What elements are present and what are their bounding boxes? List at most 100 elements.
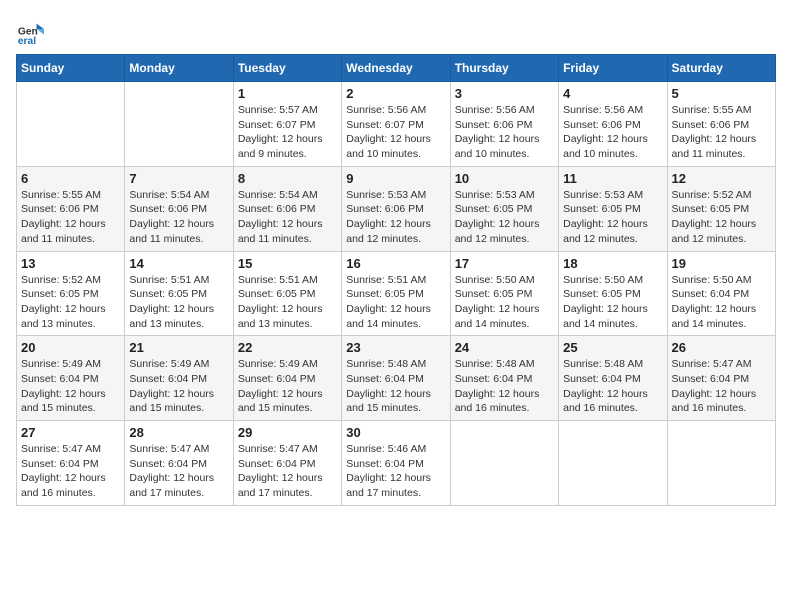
day-number: 23: [346, 340, 445, 355]
weekday-header-monday: Monday: [125, 55, 233, 82]
calendar-week-3: 13 Sunrise: 5:52 AMSunset: 6:05 PMDayligh…: [17, 251, 776, 336]
calendar-cell: [559, 421, 667, 506]
calendar-cell: 2 Sunrise: 5:56 AMSunset: 6:07 PMDaylight…: [342, 82, 450, 167]
weekday-header-tuesday: Tuesday: [233, 55, 341, 82]
day-detail: Sunrise: 5:53 AMSunset: 6:06 PMDaylight:…: [346, 188, 445, 247]
day-detail: Sunrise: 5:48 AMSunset: 6:04 PMDaylight:…: [455, 357, 554, 416]
calendar-cell: [125, 82, 233, 167]
calendar-cell: 25 Sunrise: 5:48 AMSunset: 6:04 PMDayligh…: [559, 336, 667, 421]
day-number: 6: [21, 171, 120, 186]
day-number: 17: [455, 256, 554, 271]
calendar-cell: 6 Sunrise: 5:55 AMSunset: 6:06 PMDaylight…: [17, 166, 125, 251]
day-detail: Sunrise: 5:55 AMSunset: 6:06 PMDaylight:…: [21, 188, 120, 247]
day-number: 27: [21, 425, 120, 440]
day-number: 4: [563, 86, 662, 101]
page-header: Gen eral: [16, 16, 776, 44]
day-detail: Sunrise: 5:57 AMSunset: 6:07 PMDaylight:…: [238, 103, 337, 162]
day-number: 26: [672, 340, 771, 355]
day-detail: Sunrise: 5:47 AMSunset: 6:04 PMDaylight:…: [21, 442, 120, 501]
calendar-cell: 15Sunrise: 5:51 AMSunset: 6:05 PMDayligh…: [233, 251, 341, 336]
day-detail: Sunrise: 5:50 AMSunset: 6:04 PMDaylight:…: [672, 273, 771, 332]
calendar-week-4: 20 Sunrise: 5:49 AMSunset: 6:04 PMDayligh…: [17, 336, 776, 421]
calendar-cell: 22 Sunrise: 5:49 AMSunset: 6:04 PMDayligh…: [233, 336, 341, 421]
logo: Gen eral: [16, 16, 48, 44]
day-detail: Sunrise: 5:56 AMSunset: 6:06 PMDaylight:…: [563, 103, 662, 162]
day-detail: Sunrise: 5:49 AMSunset: 6:04 PMDaylight:…: [21, 357, 120, 416]
calendar-cell: 4 Sunrise: 5:56 AMSunset: 6:06 PMDaylight…: [559, 82, 667, 167]
calendar-cell: 1 Sunrise: 5:57 AMSunset: 6:07 PMDaylight…: [233, 82, 341, 167]
day-number: 30: [346, 425, 445, 440]
weekday-header-wednesday: Wednesday: [342, 55, 450, 82]
weekday-header-saturday: Saturday: [667, 55, 775, 82]
calendar-cell: 8Sunrise: 5:54 AMSunset: 6:06 PMDaylight…: [233, 166, 341, 251]
day-detail: Sunrise: 5:52 AMSunset: 6:05 PMDaylight:…: [21, 273, 120, 332]
calendar-cell: 7 Sunrise: 5:54 AMSunset: 6:06 PMDaylight…: [125, 166, 233, 251]
day-detail: Sunrise: 5:50 AMSunset: 6:05 PMDaylight:…: [563, 273, 662, 332]
day-detail: Sunrise: 5:47 AMSunset: 6:04 PMDaylight:…: [129, 442, 228, 501]
calendar-week-2: 6 Sunrise: 5:55 AMSunset: 6:06 PMDaylight…: [17, 166, 776, 251]
calendar-cell: 10 Sunrise: 5:53 AMSunset: 6:05 PMDayligh…: [450, 166, 558, 251]
day-number: 1: [238, 86, 337, 101]
calendar-cell: 23 Sunrise: 5:48 AMSunset: 6:04 PMDayligh…: [342, 336, 450, 421]
calendar-cell: 13 Sunrise: 5:52 AMSunset: 6:05 PMDayligh…: [17, 251, 125, 336]
day-number: 25: [563, 340, 662, 355]
day-detail: Sunrise: 5:53 AMSunset: 6:05 PMDaylight:…: [455, 188, 554, 247]
day-detail: Sunrise: 5:48 AMSunset: 6:04 PMDaylight:…: [563, 357, 662, 416]
calendar-week-1: 1 Sunrise: 5:57 AMSunset: 6:07 PMDaylight…: [17, 82, 776, 167]
day-number: 19: [672, 256, 771, 271]
calendar-cell: 30 Sunrise: 5:46 AMSunset: 6:04 PMDayligh…: [342, 421, 450, 506]
day-number: 11: [563, 171, 662, 186]
day-detail: Sunrise: 5:51 AMSunset: 6:05 PMDaylight:…: [129, 273, 228, 332]
day-number: 2: [346, 86, 445, 101]
day-number: 20: [21, 340, 120, 355]
day-number: 13: [21, 256, 120, 271]
day-detail: Sunrise: 5:49 AMSunset: 6:04 PMDaylight:…: [129, 357, 228, 416]
calendar-cell: [17, 82, 125, 167]
calendar-table: SundayMondayTuesdayWednesdayThursdayFrid…: [16, 54, 776, 506]
calendar-cell: 16Sunrise: 5:51 AMSunset: 6:05 PMDayligh…: [342, 251, 450, 336]
day-number: 22: [238, 340, 337, 355]
day-detail: Sunrise: 5:50 AMSunset: 6:05 PMDaylight:…: [455, 273, 554, 332]
calendar-cell: 28 Sunrise: 5:47 AMSunset: 6:04 PMDayligh…: [125, 421, 233, 506]
calendar-cell: 14 Sunrise: 5:51 AMSunset: 6:05 PMDayligh…: [125, 251, 233, 336]
day-number: 16: [346, 256, 445, 271]
day-detail: Sunrise: 5:52 AMSunset: 6:05 PMDaylight:…: [672, 188, 771, 247]
day-detail: Sunrise: 5:55 AMSunset: 6:06 PMDaylight:…: [672, 103, 771, 162]
day-detail: Sunrise: 5:48 AMSunset: 6:04 PMDaylight:…: [346, 357, 445, 416]
day-number: 28: [129, 425, 228, 440]
day-number: 29: [238, 425, 337, 440]
day-number: 7: [129, 171, 228, 186]
weekday-header-thursday: Thursday: [450, 55, 558, 82]
calendar-cell: [667, 421, 775, 506]
calendar-week-5: 27 Sunrise: 5:47 AMSunset: 6:04 PMDayligh…: [17, 421, 776, 506]
weekday-header-sunday: Sunday: [17, 55, 125, 82]
calendar-cell: 27 Sunrise: 5:47 AMSunset: 6:04 PMDayligh…: [17, 421, 125, 506]
weekday-header-friday: Friday: [559, 55, 667, 82]
calendar-cell: 24Sunrise: 5:48 AMSunset: 6:04 PMDayligh…: [450, 336, 558, 421]
day-number: 14: [129, 256, 228, 271]
day-number: 3: [455, 86, 554, 101]
calendar-cell: 17 Sunrise: 5:50 AMSunset: 6:05 PMDayligh…: [450, 251, 558, 336]
weekday-header-row: SundayMondayTuesdayWednesdayThursdayFrid…: [17, 55, 776, 82]
day-number: 9: [346, 171, 445, 186]
calendar-cell: 21 Sunrise: 5:49 AMSunset: 6:04 PMDayligh…: [125, 336, 233, 421]
calendar-cell: 9 Sunrise: 5:53 AMSunset: 6:06 PMDaylight…: [342, 166, 450, 251]
day-number: 21: [129, 340, 228, 355]
day-detail: Sunrise: 5:46 AMSunset: 6:04 PMDaylight:…: [346, 442, 445, 501]
logo-icon: Gen eral: [16, 16, 44, 44]
calendar-cell: 11 Sunrise: 5:53 AMSunset: 6:05 PMDayligh…: [559, 166, 667, 251]
calendar-cell: [450, 421, 558, 506]
calendar-cell: 19 Sunrise: 5:50 AMSunset: 6:04 PMDayligh…: [667, 251, 775, 336]
day-number: 8: [238, 171, 337, 186]
calendar-cell: 20 Sunrise: 5:49 AMSunset: 6:04 PMDayligh…: [17, 336, 125, 421]
day-number: 18: [563, 256, 662, 271]
day-detail: Sunrise: 5:56 AMSunset: 6:07 PMDaylight:…: [346, 103, 445, 162]
day-number: 12: [672, 171, 771, 186]
calendar-cell: 26 Sunrise: 5:47 AMSunset: 6:04 PMDayligh…: [667, 336, 775, 421]
day-number: 5: [672, 86, 771, 101]
day-number: 10: [455, 171, 554, 186]
day-detail: Sunrise: 5:53 AMSunset: 6:05 PMDaylight:…: [563, 188, 662, 247]
day-detail: Sunrise: 5:47 AMSunset: 6:04 PMDaylight:…: [672, 357, 771, 416]
day-detail: Sunrise: 5:54 AMSunset: 6:06 PMDaylight:…: [129, 188, 228, 247]
day-detail: Sunrise: 5:49 AMSunset: 6:04 PMDaylight:…: [238, 357, 337, 416]
